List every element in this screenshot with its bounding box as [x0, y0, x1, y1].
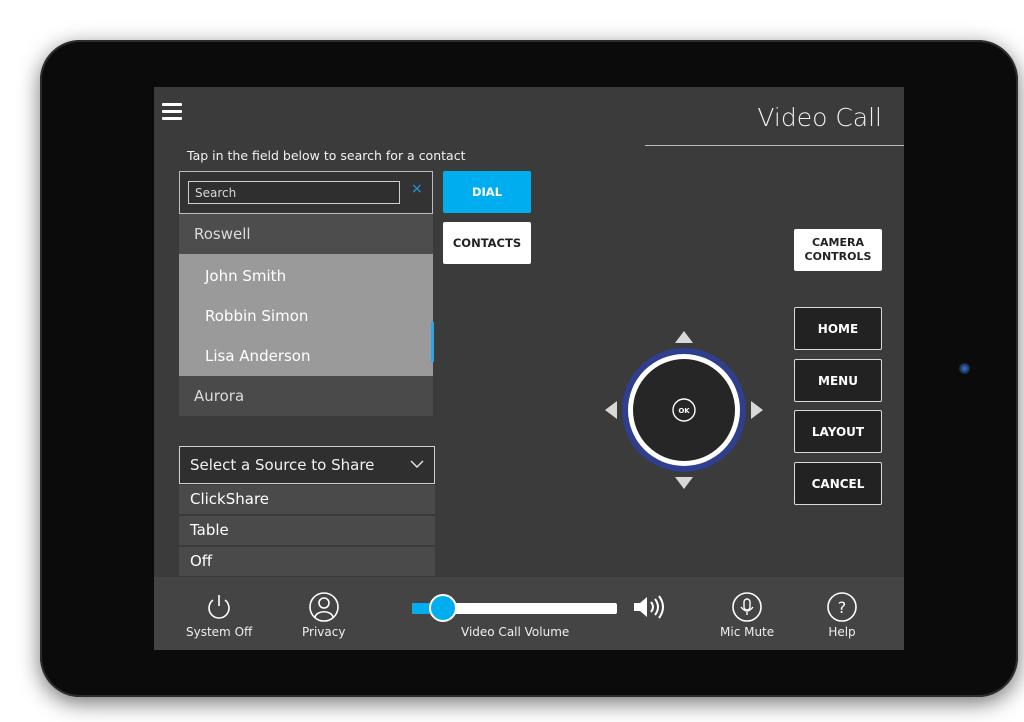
arrow-left-icon[interactable] — [605, 401, 617, 419]
microphone-icon — [732, 592, 762, 622]
list-scroll-accent — [431, 322, 434, 362]
camera-controls-label-line2: CONTROLS — [804, 250, 872, 263]
layout-button[interactable]: LAYOUT — [794, 410, 882, 453]
volume-slider[interactable] — [412, 594, 617, 622]
search-box: × — [179, 171, 433, 214]
footer-bar: System Off Privacy Video Call Volume Mic… — [154, 577, 904, 650]
privacy-label: Privacy — [302, 625, 346, 639]
menu-icon[interactable] — [162, 103, 182, 121]
home-button[interactable]: HOME — [794, 307, 882, 350]
list-item[interactable]: John Smith — [179, 256, 433, 296]
list-item[interactable]: Robbin Simon — [179, 296, 433, 336]
contacts-button[interactable]: CONTACTS — [443, 222, 531, 264]
directional-pad: OK — [605, 331, 763, 489]
page-title: Video Call — [757, 103, 882, 132]
mic-mute-button[interactable]: Mic Mute — [720, 591, 774, 639]
arrow-right-icon[interactable] — [751, 401, 763, 419]
list-item[interactable]: Lisa Anderson — [179, 336, 433, 376]
speaker-icon[interactable] — [632, 593, 666, 621]
svg-text:?: ? — [838, 598, 847, 617]
volume-thumb[interactable] — [429, 594, 457, 622]
touch-panel-screen: Video Call Tap in the field below to sea… — [154, 87, 904, 650]
help-icon: ? — [827, 592, 857, 622]
system-off-button[interactable]: System Off — [186, 591, 252, 639]
list-item[interactable]: ClickShare — [179, 485, 435, 515]
mic-mute-label: Mic Mute — [720, 625, 775, 639]
user-icon — [308, 592, 339, 622]
search-input[interactable] — [188, 181, 400, 204]
close-icon[interactable]: × — [411, 181, 423, 197]
title-divider — [645, 145, 904, 146]
ok-label: OK — [678, 407, 690, 415]
help-button[interactable]: ? Help — [826, 591, 858, 639]
camera-controls-button[interactable]: CAMERA CONTROLS — [794, 229, 882, 271]
contact-group-items: John Smith Robbin Simon Lisa Anderson — [179, 254, 433, 376]
dial-button[interactable]: DIAL — [443, 171, 531, 213]
list-item[interactable]: Table — [179, 516, 435, 546]
volume-label: Video Call Volume — [461, 625, 570, 639]
privacy-button[interactable]: Privacy — [302, 591, 345, 639]
system-off-label: System Off — [186, 625, 253, 639]
share-source-label: Select a Source to Share — [190, 456, 375, 474]
help-label: Help — [828, 625, 856, 639]
camera-controls-label-line1: CAMERA — [811, 235, 864, 249]
arrow-up-icon[interactable] — [675, 331, 693, 343]
contact-group-header[interactable]: Aurora — [179, 376, 433, 416]
power-icon — [208, 595, 230, 619]
menu-button[interactable]: MENU — [794, 359, 882, 402]
cancel-button[interactable]: CANCEL — [794, 462, 882, 505]
list-item[interactable]: Off — [179, 547, 435, 577]
share-source-options: ClickShare Table Off — [179, 485, 435, 578]
arrow-down-icon[interactable] — [675, 477, 693, 489]
contact-group-header[interactable]: Roswell — [179, 214, 433, 254]
camera-lens-icon — [959, 363, 970, 374]
search-hint: Tap in the field below to search for a c… — [187, 148, 466, 163]
share-source-select[interactable]: Select a Source to Share — [179, 446, 435, 484]
chevron-down-icon — [410, 460, 424, 468]
contacts-dropdown: Roswell John Smith Robbin Simon Lisa And… — [179, 214, 433, 418]
